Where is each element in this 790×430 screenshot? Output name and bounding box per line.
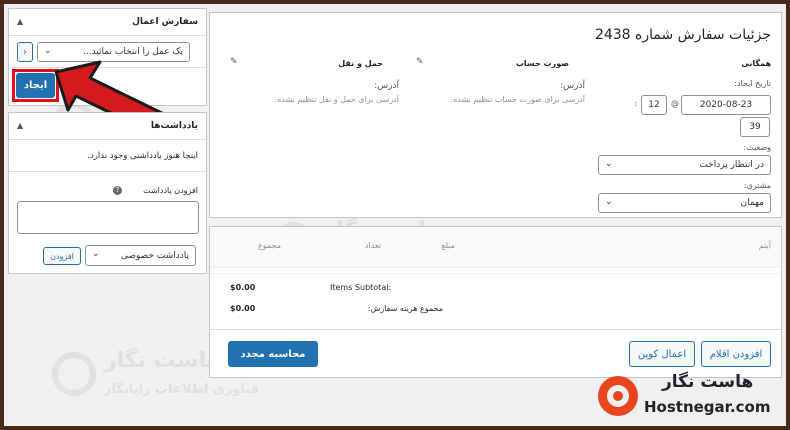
status-label: وضعیت: xyxy=(743,143,771,152)
chevron-down-icon: ⌄ xyxy=(92,249,100,259)
brand-logo-icon xyxy=(598,376,638,416)
items-actions-divider xyxy=(210,329,781,330)
billing-address-text: آدرسی برای صورت حساب تنظیم نشده. xyxy=(450,95,585,104)
column-price-header: مبلغ xyxy=(441,241,455,250)
billing-address-label: آدرس: xyxy=(560,81,585,91)
brand-logo: هاست نگار Hostnegar.com xyxy=(598,372,786,426)
created-date-input[interactable]: 2020-08-23 xyxy=(681,95,771,115)
column-item-header: آیتم xyxy=(758,241,771,250)
order-details-box: جزئیات سفارش شماره 2438 همگانی تاریخ ایج… xyxy=(209,12,782,218)
created-date-value: 2020-08-23 xyxy=(699,100,753,110)
watermark-logo xyxy=(52,352,96,396)
note-type-select[interactable]: یادداشت خصوصی ⌄ xyxy=(85,245,196,266)
order-total-value: $0.00 xyxy=(230,304,256,313)
brand-domain: Hostnegar.com xyxy=(644,398,771,416)
shipping-heading: حمل و نقل xyxy=(338,59,383,68)
order-items-box: آیتم مبلغ تعداد مجموع Items Subtotal: $0… xyxy=(209,226,782,378)
apply-coupon-button[interactable]: اعمال کوپن xyxy=(629,341,695,367)
add-note-button[interactable]: افزودن xyxy=(43,247,81,265)
create-button[interactable]: ایجاد xyxy=(16,73,55,98)
collapse-arrow-icon[interactable]: ▲ xyxy=(17,121,23,130)
chevron-down-icon: ⌄ xyxy=(605,197,613,207)
order-action-go-button[interactable]: › xyxy=(17,42,33,62)
divider xyxy=(9,35,206,36)
chevron-down-icon: ⌄ xyxy=(605,159,613,169)
edit-pencil-icon[interactable]: ✎ xyxy=(416,57,424,67)
order-title: جزئیات سفارش شماره 2438 xyxy=(594,27,771,43)
subtotal-value: $0.00 xyxy=(230,283,256,292)
status-select[interactable]: در انتظار پرداخت ⌄ xyxy=(598,155,771,175)
order-notes-box: یادداشت‌ها ▲ اینجا هنوز یادداشتی وجود ند… xyxy=(8,112,207,274)
order-total-label: مجموع هزینه سفارش: xyxy=(367,304,443,313)
hour-input[interactable]: 12 xyxy=(641,95,667,115)
time-separator: : xyxy=(634,99,637,108)
subtotal-label: Items Subtotal: xyxy=(330,283,392,292)
column-total-header: مجموع xyxy=(258,241,281,250)
order-action-select-value: یک عمل را انتخاب نمائید... xyxy=(83,47,183,57)
customer-label: مشتری: xyxy=(743,181,771,190)
customer-value: مهمان xyxy=(740,198,764,208)
billing-heading: صورت حساب xyxy=(515,59,569,68)
add-note-label: افزودن یادداشت xyxy=(143,186,198,195)
hour-value: 12 xyxy=(648,100,660,110)
help-icon[interactable]: ? xyxy=(113,186,122,195)
note-type-value: یادداشت خصوصی xyxy=(120,250,189,261)
general-heading: همگانی xyxy=(741,59,771,68)
divider xyxy=(9,171,206,172)
add-items-button[interactable]: افزودن اقلام xyxy=(701,341,771,367)
notes-title: یادداشت‌ها xyxy=(150,121,198,131)
minute-input[interactable]: 39 xyxy=(740,117,770,137)
customer-select[interactable]: مهمان ⌄ xyxy=(598,193,771,213)
at-symbol: @ xyxy=(671,99,679,108)
screenshot-frame: هاست نگار فناوری اطلاعات رایانگار هاست ن… xyxy=(4,4,786,426)
items-table-header xyxy=(210,227,781,268)
divider xyxy=(9,139,206,140)
watermark-name: هاست نگار xyxy=(104,348,223,373)
created-date-label: تاریخ ایجاد: xyxy=(734,79,771,88)
recalculate-button[interactable]: محاسبه مجدد xyxy=(228,341,318,367)
edit-pencil-icon[interactable]: ✎ xyxy=(230,57,238,67)
order-actions-title: سفارش اعمال xyxy=(132,17,198,27)
brand-name: هاست نگار xyxy=(662,372,754,392)
status-value: در انتظار پرداخت xyxy=(699,160,764,170)
notes-empty-text: اینجا هنوز یادداشتی وجود ندارد. xyxy=(87,151,198,161)
chevron-right-icon: › xyxy=(23,46,27,58)
shipping-address-label: آدرس: xyxy=(374,81,399,91)
collapse-arrow-icon[interactable]: ▲ xyxy=(17,17,23,26)
watermark-tagline: فناوری اطلاعات رایانگار xyxy=(104,382,260,397)
shipping-address-text: آدرسی برای حمل و نقل تنظیم نشده. xyxy=(274,95,399,104)
note-textarea[interactable] xyxy=(17,201,199,234)
chevron-down-icon: ⌄ xyxy=(44,46,52,56)
minute-value: 39 xyxy=(749,122,761,132)
column-qty-header: تعداد xyxy=(364,241,381,250)
totals-divider xyxy=(210,273,781,274)
